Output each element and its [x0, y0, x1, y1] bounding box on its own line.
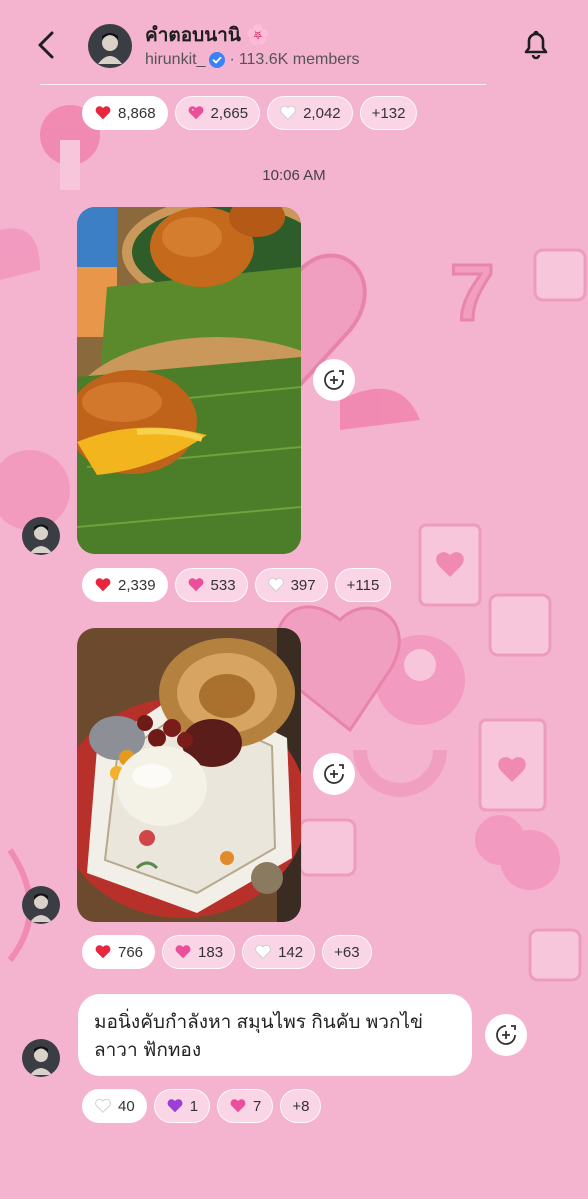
reaction-chip-pink-heart[interactable]: 2,665 [174, 96, 261, 130]
forward-button[interactable] [485, 1014, 527, 1056]
pink-heart-icon [230, 1099, 246, 1113]
sender-avatar[interactable] [22, 517, 60, 555]
share-plus-icon [324, 764, 344, 784]
red-heart-icon [95, 578, 111, 592]
reaction-bar-message: 40 1 7 +8 [82, 1089, 322, 1123]
subtitle-separator: · [229, 51, 235, 68]
reaction-chip-red-heart[interactable]: 2,339 [82, 568, 168, 602]
notifications-button[interactable] [518, 26, 554, 62]
reaction-chip-more[interactable]: +115 [334, 568, 392, 602]
reaction-bar-photo2: 766 183 142 +63 [82, 935, 372, 969]
dessert-photo-image [77, 628, 301, 922]
text-message-bubble[interactable]: มอนิ่งคับกำลังหา สมุนไพร กินคับ พวกไข่ ล… [78, 994, 472, 1076]
reaction-bar-previous: 8,868 2,665 2,042 +132 [82, 96, 418, 130]
reaction-chip-pink-heart[interactable]: 533 [174, 568, 248, 602]
svg-text:7: 7 [450, 248, 495, 337]
reaction-count: 2,042 [303, 104, 341, 122]
share-plus-icon [496, 1025, 516, 1045]
pink-heart-icon [175, 945, 191, 959]
channel-avatar[interactable] [88, 24, 132, 68]
reaction-chip-pink-heart[interactable]: 183 [162, 935, 236, 969]
channel-subtitle: hirunkit_ · 113.6K members [145, 51, 359, 69]
reaction-chip-red-heart[interactable]: 8,868 [82, 96, 168, 130]
reaction-count: 8,868 [118, 104, 156, 122]
reaction-count: 533 [210, 576, 236, 594]
message-timestamp: 10:06 AM [262, 167, 326, 184]
message-text-line-1: มอนิ่งคับกำลังหา สมุนไพร กินคับ พวกไข่ [94, 1012, 423, 1033]
chevron-left-icon [38, 31, 54, 59]
chat-header: คำตอบนานิ 🌸 hirunkit_ · 113.6K members [0, 0, 588, 86]
purple-heart-icon [167, 1099, 183, 1113]
reaction-chip-white-heart[interactable]: 40 [82, 1089, 147, 1123]
reaction-chip-more[interactable]: +8 [280, 1089, 322, 1123]
reaction-chip-white-heart[interactable]: 142 [242, 935, 316, 969]
back-button[interactable] [30, 28, 64, 62]
white-heart-icon [280, 105, 296, 120]
reaction-count: 2,339 [118, 576, 156, 594]
bell-icon [524, 30, 548, 60]
sender-avatar[interactable] [22, 886, 60, 924]
reaction-count: 2,665 [210, 104, 249, 122]
white-heart-icon [267, 577, 284, 592]
red-heart-icon [95, 106, 111, 120]
share-plus-icon [324, 370, 344, 390]
white-heart-icon [95, 1098, 111, 1113]
reaction-chip-red-heart[interactable]: 766 [82, 935, 156, 969]
red-heart-icon [95, 945, 111, 959]
header-divider [40, 84, 486, 85]
reaction-count: 183 [198, 943, 224, 961]
pink-heart-icon [188, 578, 203, 592]
reaction-bar-photo1: 2,339 533 397 +115 [82, 568, 392, 602]
buns-photo-image [77, 207, 301, 554]
pink-heart-icon [188, 106, 203, 120]
verified-badge-icon [209, 52, 226, 68]
reaction-chip-white-heart[interactable]: 2,042 [267, 96, 353, 130]
reaction-chip-more[interactable]: +63 [322, 935, 372, 969]
reaction-count: 766 [118, 943, 144, 961]
reaction-count: 1 [189, 1097, 199, 1115]
photo-message-buns[interactable] [77, 207, 301, 554]
channel-title[interactable]: คำตอบนานิ 🌸 [145, 20, 270, 50]
reaction-count: 7 [253, 1097, 262, 1115]
reaction-more-count: +115 [346, 576, 380, 594]
reaction-chip-more[interactable]: +132 [359, 96, 418, 130]
reaction-chip-purple-heart[interactable]: 1 [153, 1089, 211, 1123]
member-count: 113.6K members [238, 51, 360, 68]
reaction-count: 142 [278, 943, 304, 961]
forward-button[interactable] [313, 359, 355, 401]
creator-username: hirunkit_ [145, 51, 206, 68]
flower-emoji-icon: 🌸 [246, 25, 270, 46]
reaction-more-count: +8 [292, 1097, 310, 1115]
channel-name: คำตอบนานิ [145, 25, 241, 46]
reaction-more-count: +132 [371, 104, 406, 122]
forward-button[interactable] [313, 753, 355, 795]
reaction-count: 397 [290, 576, 316, 594]
sender-avatar[interactable] [22, 1039, 60, 1077]
reaction-chip-pink-heart[interactable]: 7 [217, 1089, 274, 1123]
reaction-more-count: +63 [334, 943, 360, 961]
white-heart-icon [255, 944, 271, 959]
reaction-count: 40 [118, 1097, 135, 1115]
message-text-line-2: ลาวา ฟักทอง [94, 1040, 202, 1061]
photo-message-dessert[interactable] [77, 628, 301, 922]
reaction-chip-white-heart[interactable]: 397 [254, 568, 328, 602]
